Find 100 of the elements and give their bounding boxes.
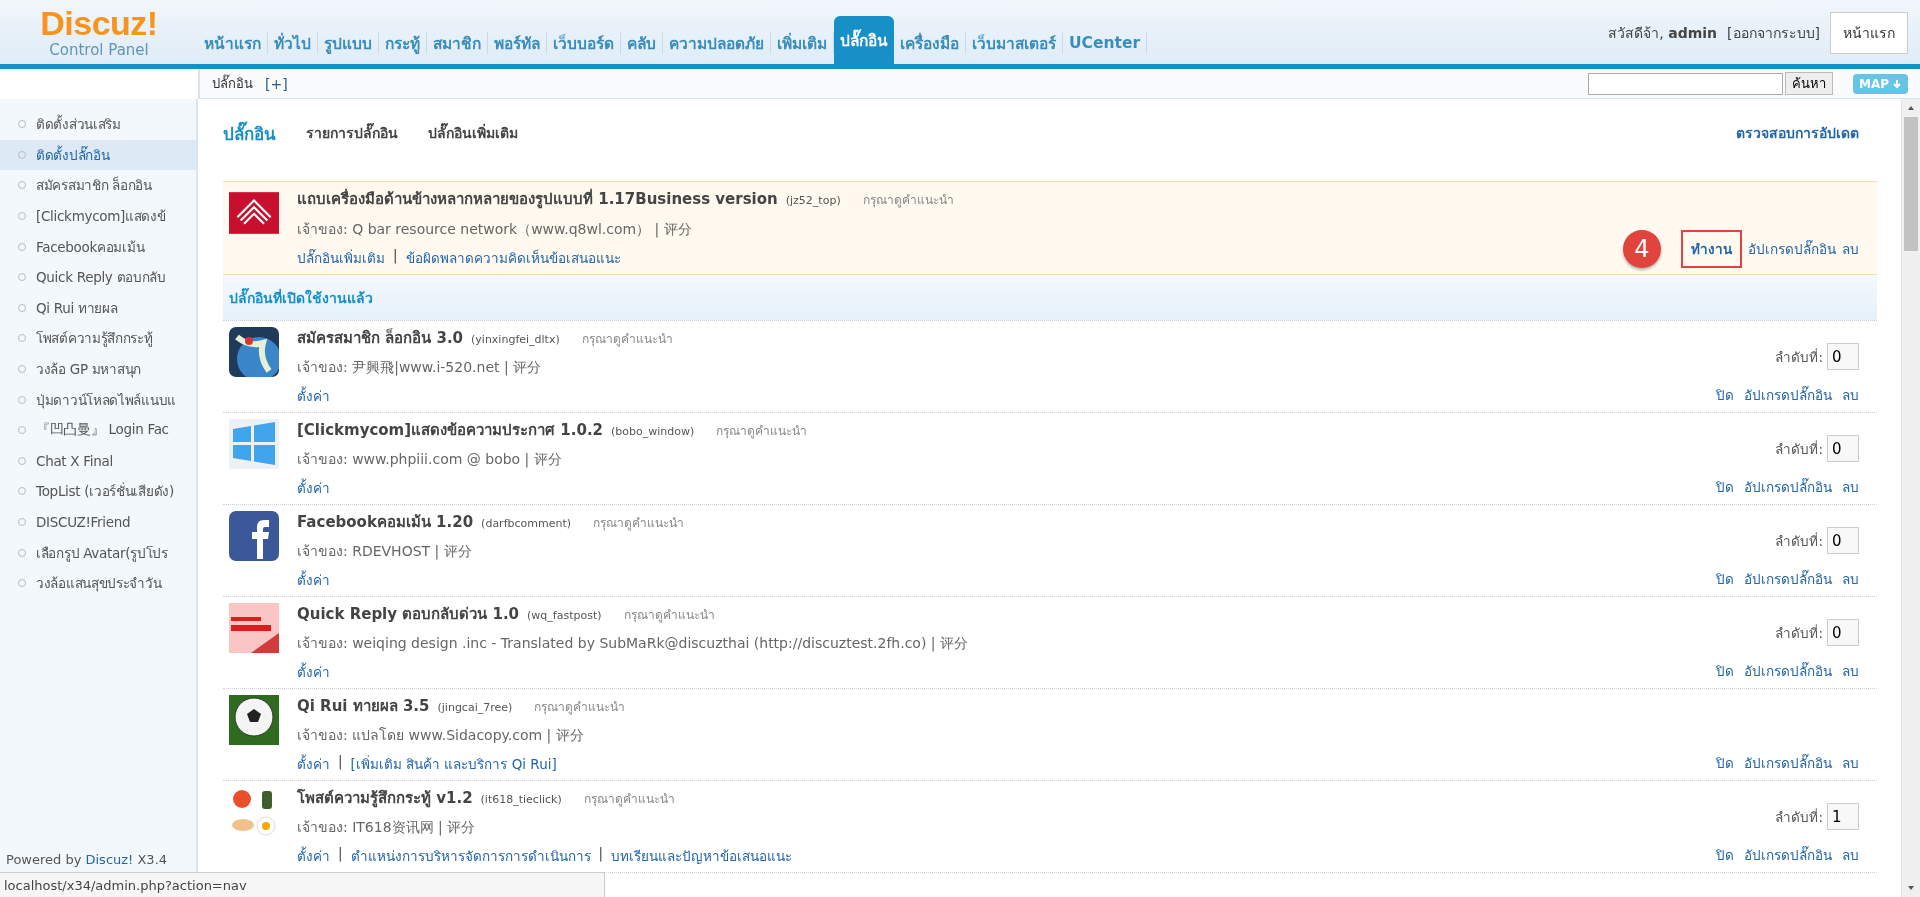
plugin-name: สมัครสมาชิก ล็อกอิน 3.0 [297,327,464,350]
owner-text: เจ้าของ: 尹興飛|www.i-520.net | 评分 [297,358,543,378]
sidebar-item[interactable]: วงล้อ GP มหาสนุก [0,353,196,385]
add-link[interactable]: [+] [265,75,288,92]
status-url: localhost/x34/admin.php?action=nav [4,877,247,893]
plugin-link[interactable]: [เพิ่มเติม สินค้า และบริการ Qi Rui] [350,752,557,775]
order-field[interactable]: 1 [1827,803,1859,830]
sidebar-item[interactable]: DISCUZ!Friend [0,506,196,538]
action-link[interactable]: อัปเกรดปลั๊กอิน [1744,568,1832,590]
sidebar-item[interactable]: ติดตั้งส่วนเสริม [0,109,196,140]
plugin-name: [Clickmycom]แสดงข้อความประกาศ 1.0.2 [297,420,604,442]
action-link[interactable]: อัปเกรดปลั๊กอิน [1744,844,1832,866]
link-separator: | [598,844,604,864]
sidebar-item[interactable]: 『凹凸曼』 Login Fac [0,414,196,446]
facebook-logo-icon [229,511,279,561]
action-link[interactable]: ปิด [1716,476,1734,498]
action-link[interactable]: ลบ [1842,660,1859,682]
order-label: ลำดับที่: [1775,623,1823,643]
action-link[interactable]: ลบ [1842,238,1859,260]
plugin-id: (darfbcomment) [481,517,572,531]
sidebar-item[interactable]: ติดตั้งปลั๊กอิน [0,139,196,171]
scrollbar-thumb[interactable] [1904,117,1918,251]
plugin-link[interactable]: บทเรียนและปัญหาข้อเสนอแนะ [611,844,793,867]
order-label: ลำดับที่: [1775,439,1823,459]
sidebar-item[interactable]: ปุ่มดาวน์โหลดไพล์แนบแ [0,384,196,415]
owner-text: เจ้าของ: RDEVHOST | 评分 [297,542,473,562]
action-link[interactable]: อัปเกรดปลั๊กอิน [1744,384,1832,406]
sidebar-item[interactable]: [Clickmycom]แสดงข้ [0,200,196,232]
section-title: ปลั๊กอินที่เปิดใช้งานแล้ว [229,287,373,308]
owner-text: เจ้าของ: แปลโดย www.Sidacopy.com | 评分 [297,726,585,746]
search-button[interactable]: ค้นหา [1784,72,1833,95]
action-link[interactable]: ลบ [1842,476,1859,498]
down-arrow-icon [1892,78,1902,89]
plugin-link[interactable]: ตั้งค่า [297,660,330,683]
link-separator: | [393,246,398,266]
action-link[interactable]: ปิด [1716,660,1734,682]
order-field[interactable]: 0 [1827,435,1859,462]
sidebar-item[interactable]: Quick Reply ตอบกลับ [0,261,196,293]
owner-text: เจ้าของ: IT618资讯网 | 评分 [297,818,477,838]
globe-icon [229,327,279,377]
owner-text: เจ้าของ: www.phpiii.com @ bobo | 评分 [297,450,563,470]
sidebar-item[interactable]: Qi Rui ทายผล [0,292,196,324]
plugin-name: แถบเครื่องมือด้านข้างหลากหลายของรูปแบบที่ 1.17Business version [297,187,778,211]
action-link[interactable]: ลบ [1842,568,1859,590]
action-link[interactable]: อัปเกรดปลั๊กอิน [1748,238,1836,260]
action-link[interactable]: ลบ [1842,844,1859,866]
powered-by-text: Powered by [6,852,82,867]
sidebar-item[interactable]: เลือกรูป Avatar(รูปโปร [0,537,196,568]
football-icon [229,695,279,745]
action-link[interactable]: ลบ [1842,384,1859,406]
action-link[interactable]: ปิด [1716,844,1734,866]
plugin-id: (yinxingfei_dltx) [471,333,560,347]
check-updates-link[interactable]: ตรวจสอบการอัปเดต [1736,122,1859,144]
plugin-id: (bobo_window) [611,425,695,439]
sidebar-item[interactable]: Facebookคอมเม้น [0,231,196,262]
sidebar-item[interactable]: วงล้อแสนสุขประจำวัน [0,567,196,599]
sidebar-item[interactable]: สมัครสมาชิก ล็อกอิน [0,170,196,201]
page-tab[interactable]: ปลั๊กอินเพิ่มเติม [428,122,518,144]
action-link[interactable]: ทำงาน [1681,230,1742,268]
scrollbar[interactable] [1901,99,1920,897]
logo-subtitle: Control Panel [49,41,149,59]
sidebar-item[interactable]: โพสต์ความรู้สึกกระทู้ [0,323,196,354]
plugin-link[interactable]: ตั้งค่า [297,844,330,867]
sidebar-item[interactable]: TopList (เวอร์ชั่นเสียดัง) [0,476,196,507]
home-button[interactable]: หน้าแรก [1830,12,1908,54]
link-separator: | [338,752,343,772]
action-link[interactable]: อัปเกรดปลั๊กอิน [1744,660,1832,682]
order-label: ลำดับที่: [1775,347,1823,367]
action-link[interactable]: ปิด [1716,384,1734,406]
owner-text: เจ้าของ: weiqing design .inc - Translated by SubMaRk@discuzthai (http://discuztest.2fh.co) | 评分 [297,634,969,654]
plugin-name: โพสต์ความรู้สึกกระทู้ v1.2 [297,788,473,810]
owner-text: เจ้าของ: Q bar resource network（www.q8wl.com） | 评分 [297,220,693,240]
action-link[interactable]: ปิด [1716,752,1734,774]
plugin-link[interactable]: ตั้งค่า [297,476,330,499]
plugin-link[interactable]: ตั้งค่า [297,752,330,775]
action-link[interactable]: ปิด [1716,568,1734,590]
logout-link[interactable]: [ออกจากระบบ] [1727,22,1820,44]
logo-title: Discuz! [40,5,158,41]
plugin-link[interactable]: ปลั๊กอินเพิ่มเติม [297,246,385,269]
link-separator: | [338,844,343,864]
action-link[interactable]: อัปเกรดปลั๊กอิน [1744,752,1832,774]
order-field[interactable]: 0 [1827,527,1859,554]
plugin-link[interactable]: ข้อผิดพลาดความคิดเห็นข้อเสนอแนะ [405,246,621,269]
plugin-link[interactable]: ตำแหน่งการบริหารจัดการการดำเนินการ [350,844,591,867]
page-tab[interactable]: รายการปลั๊กอิน [306,122,398,144]
search-field[interactable] [1587,72,1783,95]
hint-text: กรุณาดูคำแนะนำ [534,699,626,717]
hint-text: กรุณาดูคำแนะนำ [593,515,685,533]
plugin-id: (it618_tieclick) [480,793,562,807]
nav-tab[interactable]: ปลั๊กอิน [834,16,894,64]
plugin-link[interactable]: ตั้งค่า [297,384,330,407]
nav-tab[interactable]: กระทู้ [379,32,427,54]
sidebar-item[interactable]: Chat X Final [0,445,196,477]
discuz-link[interactable]: Discuz! [85,852,134,867]
order-field[interactable]: 0 [1827,619,1859,646]
action-link[interactable]: อัปเกรดปลั๊กอิน [1744,476,1832,498]
plugin-link[interactable]: ตั้งค่า [297,568,330,591]
plugin-id: (wq_fastpost) [527,609,602,623]
order-field[interactable]: 0 [1827,343,1859,370]
action-link[interactable]: ลบ [1842,752,1859,774]
